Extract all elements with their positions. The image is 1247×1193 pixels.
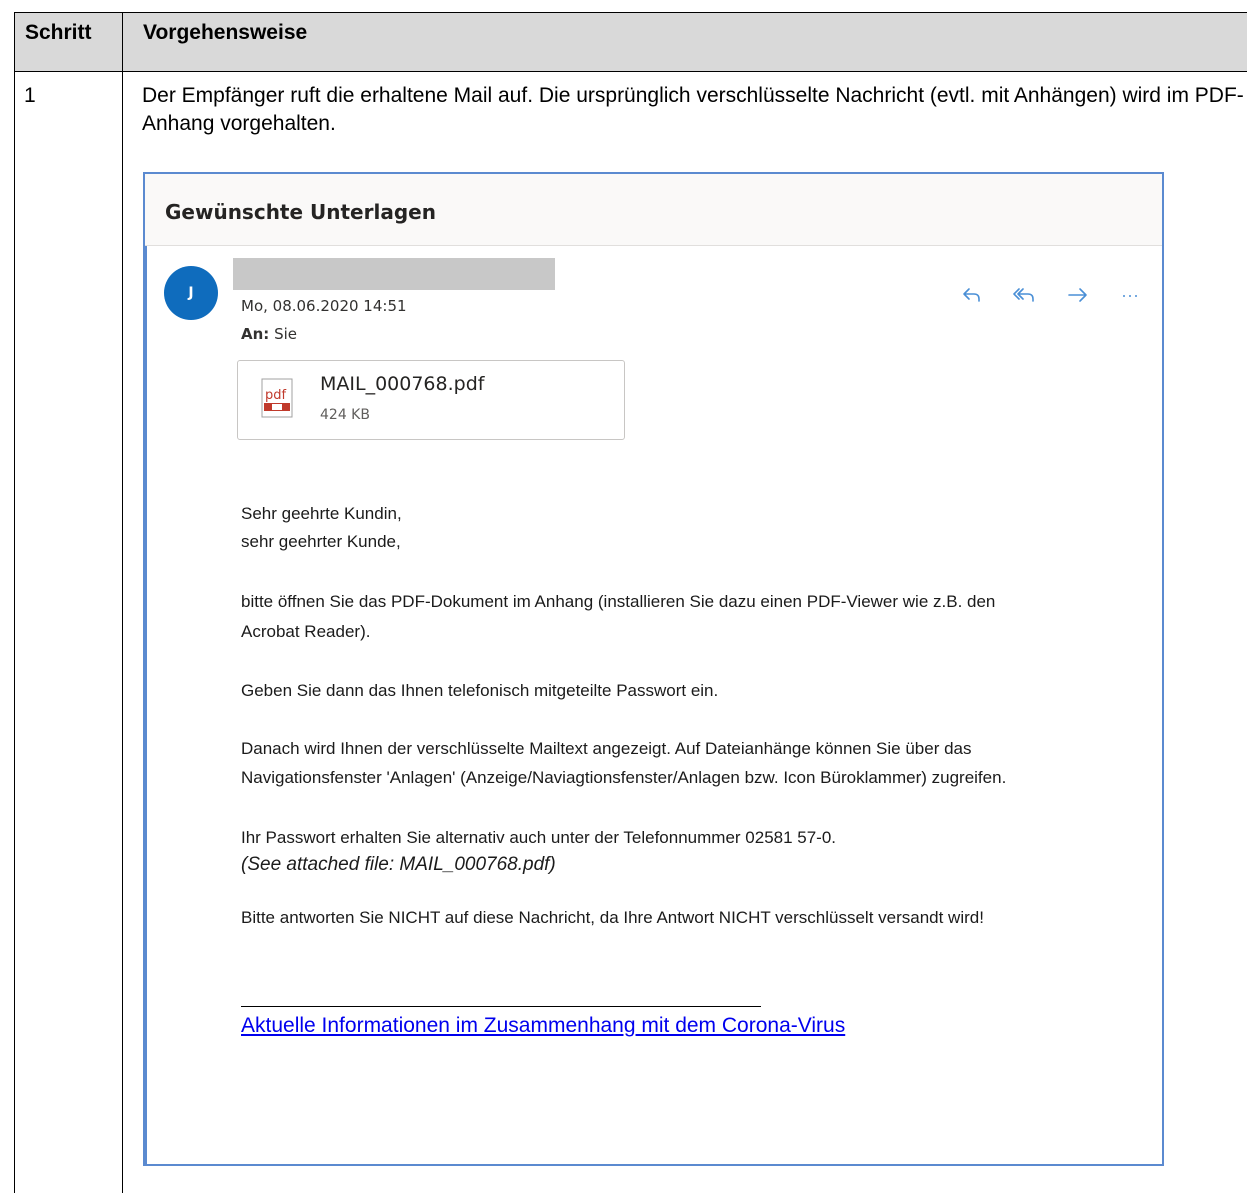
attachment-card[interactable]: pdf MAIL_000768.pdf 424 KB — [237, 360, 625, 440]
table-header-row: Schritt Vorgehensweise — [14, 12, 1247, 72]
column-divider — [122, 12, 123, 1193]
paragraph-3-line-2: Navigationsfenster 'Anlagen' (Anzeige/Na… — [241, 768, 1007, 787]
to-label: An: — [241, 325, 270, 343]
header-step: Schritt — [25, 21, 92, 44]
attachment-size: 424 KB — [320, 407, 370, 423]
reply-all-icon[interactable] — [1009, 280, 1039, 310]
greeting-line-2: sehr geehrter Kunde, — [241, 532, 401, 551]
email-date: Mo, 08.06.2020 14:51 — [241, 297, 407, 315]
reading-pane-edge — [145, 246, 147, 1166]
email-screenshot: Gewünschte Unterlagen J Mo, 08.06.2020 1… — [143, 172, 1164, 1166]
to-value: Sie — [274, 325, 297, 343]
step-number: 1 — [24, 84, 36, 107]
reply-icon[interactable] — [957, 280, 987, 310]
sender-name-redacted — [233, 258, 555, 290]
email-subject: Gewünschte Unterlagen — [165, 200, 436, 224]
paragraph-1-line-2: Acrobat Reader). — [241, 622, 371, 641]
attached-file-note: (See attached file: MAIL_000768.pdf) — [241, 854, 556, 875]
corona-info-link[interactable]: Aktuelle Informationen im Zusammenhang m… — [241, 1014, 845, 1038]
pdf-file-icon: pdf — [260, 377, 294, 419]
greeting-line-1: Sehr geehrte Kundin, — [241, 504, 402, 523]
more-icon[interactable] — [1115, 280, 1145, 310]
signature-divider — [241, 1006, 761, 1007]
table-left-border — [14, 72, 15, 1193]
subject-bar: Gewünschte Unterlagen — [145, 174, 1162, 246]
paragraph-1-line-1: bitte öffnen Sie das PDF-Dokument im Anh… — [241, 592, 996, 611]
svg-text:pdf: pdf — [265, 388, 287, 403]
paragraph-2: Geben Sie dann das Ihnen telefonisch mit… — [241, 681, 719, 700]
email-recipient: An: Sie — [241, 325, 297, 343]
paragraph-4: Ihr Passwort erhalten Sie alternativ auc… — [241, 828, 837, 847]
step-description: Der Empfänger ruft die erhaltene Mail au… — [142, 84, 1244, 135]
header-procedure: Vorgehensweise — [143, 21, 308, 44]
attachment-name: MAIL_000768.pdf — [320, 373, 485, 395]
sender-avatar[interactable]: J — [164, 266, 218, 320]
paragraph-3-line-1: Danach wird Ihnen der verschlüsselte Mai… — [241, 739, 972, 758]
paragraph-5: Bitte antworten Sie NICHT auf diese Nach… — [241, 908, 984, 927]
message-actions — [957, 280, 1147, 310]
forward-icon[interactable] — [1063, 280, 1093, 310]
